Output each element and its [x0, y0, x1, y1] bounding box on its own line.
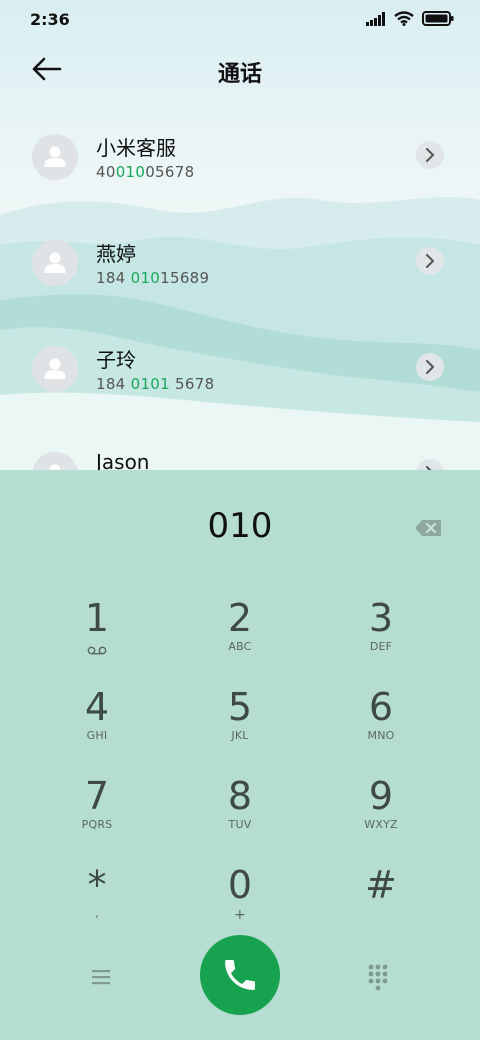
key-8[interactable]: 8 TUV: [180, 774, 300, 846]
key-5[interactable]: 5 JKL: [180, 685, 300, 757]
key-7[interactable]: 7 PQRS: [37, 774, 157, 846]
key-digit: 4: [84, 685, 110, 729]
contact-name: 小米客服: [96, 136, 176, 160]
dialer-actions: [0, 935, 480, 1025]
signal-icon: [366, 11, 385, 26]
wifi-icon: [394, 11, 414, 26]
chevron-right-icon: [426, 360, 435, 374]
contact-number: 4001005678: [96, 163, 195, 181]
key-1[interactable]: 1: [37, 596, 157, 668]
detail-button[interactable]: [416, 247, 444, 275]
key-0[interactable]: 0 +: [180, 863, 300, 935]
person-icon: [44, 146, 66, 167]
key-4[interactable]: 4 GHI: [37, 685, 157, 757]
contact-number: 184 0101 5678: [96, 375, 215, 393]
person-icon: [49, 464, 61, 470]
phone-icon: [225, 960, 255, 990]
contact-name: 燕婷: [96, 242, 136, 266]
list-item[interactable]: 燕婷 184 01015689: [0, 210, 480, 316]
key-digit: 1: [84, 596, 110, 640]
key-letters: WXYZ: [364, 818, 398, 831]
list-item[interactable]: Jason: [0, 422, 480, 470]
voicemail-icon: [87, 646, 107, 655]
backspace-icon[interactable]: [414, 519, 442, 537]
key-letters: DEF: [369, 640, 393, 653]
key-digit: 7: [84, 774, 110, 818]
status-bar: 2:36: [0, 0, 480, 38]
person-icon: [44, 358, 66, 379]
avatar: [32, 134, 78, 180]
key-letters: ,: [95, 907, 99, 920]
key-digit: 8: [227, 774, 253, 818]
key-2[interactable]: 2 ABC: [180, 596, 300, 668]
status-time: 2:36: [30, 10, 70, 29]
menu-icon[interactable]: [88, 965, 116, 989]
list-item[interactable]: 子玲 184 0101 5678: [0, 316, 480, 422]
chevron-right-icon: [426, 148, 435, 162]
battery-icon: [422, 11, 454, 26]
key-digit: *: [87, 863, 107, 907]
dialpad-icon[interactable]: [364, 962, 392, 992]
key-digit: #: [365, 863, 397, 907]
list-item[interactable]: 小米客服 4001005678: [0, 104, 480, 210]
key-letters: JKL: [231, 729, 249, 742]
chevron-right-icon: [426, 254, 435, 268]
person-icon: [44, 252, 66, 273]
avatar: [32, 452, 78, 470]
key-letters: +: [234, 907, 246, 923]
header: 通话: [0, 48, 480, 90]
key-digit: 3: [368, 596, 394, 640]
key-star[interactable]: * ,: [37, 863, 157, 935]
key-letters: ABC: [228, 640, 252, 653]
key-hash[interactable]: #: [321, 863, 441, 935]
key-digit: 9: [368, 774, 394, 818]
key-3[interactable]: 3 DEF: [321, 596, 441, 668]
page-title: 通话: [217, 62, 262, 87]
key-digit: 0: [227, 863, 253, 907]
detail-button[interactable]: [416, 459, 444, 470]
avatar: [32, 346, 78, 392]
key-digit: 5: [227, 685, 253, 729]
contact-area: 2:36 通话 小米客服 4001005678 燕婷 184 01015689 …: [0, 0, 480, 470]
detail-button[interactable]: [416, 353, 444, 381]
contact-name: 子玲: [96, 348, 136, 372]
key-letters: TUV: [228, 818, 252, 831]
key-9[interactable]: 9 WXYZ: [321, 774, 441, 846]
contact-name: Jason: [96, 450, 150, 470]
dialer-pad: 010 1 2 ABC 3 DEF 4 GHI 5 JKL 6 MNO 7 PQ…: [0, 470, 480, 1040]
detail-button[interactable]: [416, 141, 444, 169]
key-letters: MNO: [367, 729, 395, 742]
dial-input[interactable]: 010: [0, 506, 480, 546]
key-letters: GHI: [86, 729, 108, 742]
key-letters: PQRS: [81, 818, 113, 831]
avatar: [32, 240, 78, 286]
key-6[interactable]: 6 MNO: [321, 685, 441, 757]
key-digit: 2: [227, 596, 253, 640]
key-digit: 6: [368, 685, 394, 729]
call-button[interactable]: [200, 935, 280, 1015]
contact-number: 184 01015689: [96, 269, 210, 287]
